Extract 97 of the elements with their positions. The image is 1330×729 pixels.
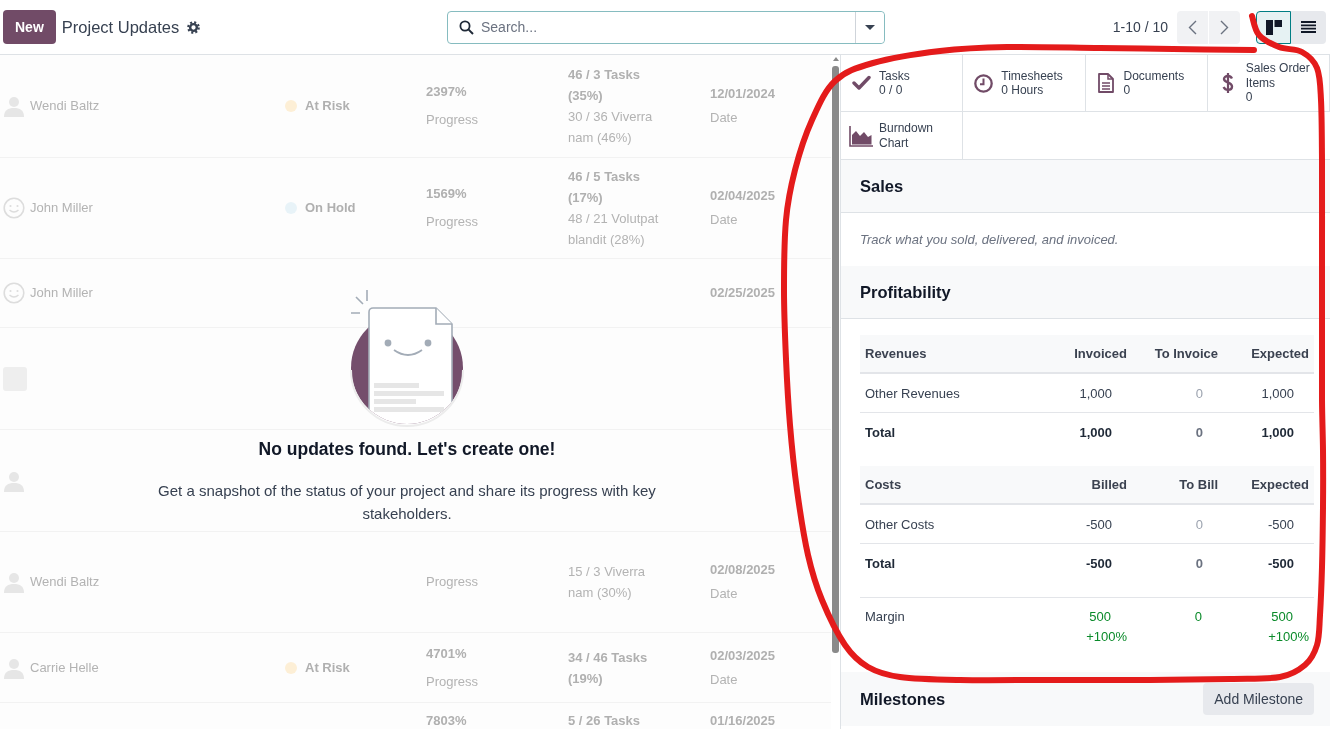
sample-tasks-count: 46 / 5 Tasks (17%) (568, 168, 642, 207)
table-cell-text: Other Costs (864, 516, 936, 532)
table-cell-text: 1,000 (1260, 424, 1295, 440)
stat-button[interactable]: Documents 0 (1085, 55, 1208, 112)
sample-date-caption: Date (710, 671, 738, 688)
column-header: Expected (1250, 477, 1310, 492)
column-header: Billed (1090, 477, 1128, 492)
add-milestone-button[interactable]: Add Milestone (1203, 683, 1314, 715)
column-header: Invoiced (1073, 346, 1128, 361)
dollar-icon (1221, 72, 1234, 94)
sample-progress-caption: Progress (426, 574, 479, 590)
table-cell-text: 1,000 (1078, 424, 1113, 440)
margin-value: 500 (1089, 608, 1111, 626)
stat-button[interactable]: Sales Order Items 0 (1207, 55, 1330, 112)
margin-percentage: +100% (1268, 628, 1309, 646)
sample-status-label: On Hold (305, 200, 356, 216)
view-switch-button[interactable] (1291, 10, 1326, 44)
table-cell-text: 1,000 (1078, 385, 1113, 401)
gear-icon[interactable] (187, 20, 201, 34)
sample-status-label: At Risk (305, 659, 350, 676)
new-button[interactable]: New (3, 10, 56, 44)
smiley-avatar-icon (3, 282, 25, 304)
column-header: Costs (864, 477, 903, 492)
list-icon (1301, 21, 1316, 33)
table-cell-text: Margin (864, 608, 906, 626)
sample-progress-caption: Progress (426, 214, 479, 230)
table-cell-text: 0 (1194, 385, 1204, 401)
sample-date-value: 02/25/2025 (710, 285, 776, 301)
sample-assignee-name: John Miller (30, 200, 93, 216)
sample-status-label: At Risk (305, 98, 350, 114)
sample-assignee-name: Wendi Baltz (30, 98, 100, 114)
sample-tasks-count: 46 / 3 Tasks (35%) (568, 66, 642, 105)
column-header: Revenues (864, 346, 928, 361)
column-header: To Invoice (1153, 346, 1219, 361)
sample-date-caption: Date (710, 212, 738, 228)
table-cell-text: 0 (1194, 555, 1204, 571)
smiley-avatar-icon (3, 197, 25, 219)
sample-date-value: 12/01/2024 (710, 86, 776, 102)
sample-progress-value: 7803% (426, 712, 467, 729)
chevron-left-icon (1188, 19, 1197, 35)
margin-percentage: +100% (1086, 628, 1127, 646)
breadcrumb-title: Project Updates (61, 17, 180, 37)
scrollbar-thumb[interactable] (832, 66, 839, 653)
sample-milestones-count: 30 / 36 Viverra nam (46%) (568, 108, 654, 147)
table-cell-text: Other Revenues (864, 385, 961, 401)
sample-date-value: 02/08/2025 (710, 562, 776, 578)
sample-milestones-count: 48 / 21 Volutpat blandit (28%) (568, 210, 660, 249)
clock-icon (973, 73, 993, 93)
sample-date-caption: Date (710, 586, 738, 602)
table-cell-text: Total (864, 555, 897, 571)
search-field[interactable]: Search... (447, 10, 885, 44)
sample-assignee-name: Carrie Helle (30, 659, 99, 676)
sample-progress-caption: Progress (426, 112, 479, 128)
section-title: Sales (860, 176, 904, 196)
sample-tasks-count: 5 / 26 Tasks (568, 712, 641, 729)
sample-progress-caption: Progress (426, 673, 479, 690)
section-title: Milestones (860, 689, 946, 709)
column-header: Expected (1250, 346, 1310, 361)
search-icon (459, 19, 474, 35)
check-icon (851, 75, 871, 91)
table-cell-text: Total (864, 424, 897, 440)
margin-value: 500 (1271, 608, 1293, 626)
caret-icon (865, 24, 875, 30)
document-icon (1097, 73, 1114, 93)
sample-date-value: 02/04/2025 (710, 188, 776, 204)
column-header: To Bill (1178, 477, 1219, 492)
kanban-icon (1265, 19, 1282, 35)
pager-value[interactable]: 1-10 / 10 (1112, 19, 1168, 35)
sample-assignee-name: John Miller (30, 285, 93, 301)
sample-milestones-count: 15 / 3 Viverra nam (30%) (568, 563, 647, 602)
empty-state-title: No updates found. Let's create one! (258, 438, 556, 460)
sample-date-value: 01/16/2025 (710, 712, 776, 729)
sample-progress-value: 1569% (426, 186, 467, 202)
sample-tasks-count: 34 / 46 Tasks (19%) (568, 648, 649, 688)
scroll-up-arrow-icon[interactable] (833, 57, 839, 61)
section-title: Profitability (860, 282, 951, 302)
table-cell-text: 0 (1194, 516, 1204, 532)
table-cell-text: 0 (1194, 424, 1204, 440)
table-cell-text: -500 (1084, 516, 1113, 532)
area-chart-icon (849, 124, 873, 147)
search-options-toggle[interactable] (855, 11, 884, 43)
section-description: Track what you sold, delivered, and invoiced. (860, 232, 1119, 247)
table-cell-text: -500 (1266, 516, 1295, 532)
table-cell-text: -500 (1084, 555, 1113, 571)
table-cell-text: -500 (1266, 555, 1295, 571)
search-input[interactable]: Search... (481, 17, 855, 37)
table-cell-text: 1,000 (1260, 385, 1295, 401)
sample-date-caption: Date (710, 110, 738, 126)
chevron-right-icon (1220, 19, 1229, 35)
sample-progress-value: 4701% (426, 645, 467, 662)
sample-assignee-name: Wendi Baltz (30, 574, 100, 590)
empty-state-description: Get a snapshot of the status of your project and share its progress with key stakeholders. (157, 481, 657, 524)
stat-button[interactable]: Timesheets 0 Hours (963, 55, 1086, 112)
margin-value: 0 (1194, 608, 1202, 626)
stat-button[interactable]: Tasks 0 / 0 (841, 55, 964, 112)
sample-progress-value: 2397% (426, 84, 467, 100)
sample-date-value: 02/03/2025 (710, 647, 776, 664)
